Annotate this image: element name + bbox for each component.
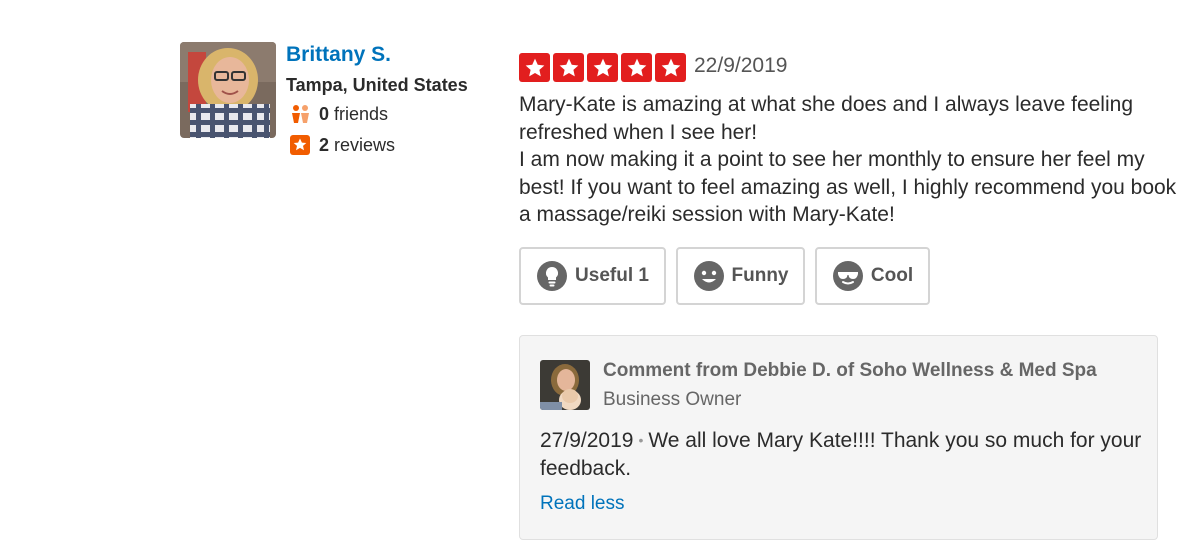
owner-role: Business Owner xyxy=(603,389,742,410)
review-star-icon xyxy=(289,134,311,156)
star-icon xyxy=(587,53,618,82)
star-icon xyxy=(621,53,652,82)
separator-dot: • xyxy=(638,432,644,448)
useful-button[interactable]: Useful 1 xyxy=(519,247,666,305)
reviewer-location: Tampa, United States xyxy=(286,75,468,95)
funny-label: Funny xyxy=(731,265,789,286)
owner-comment-title: Comment from Debbie D. of Soho Wellness … xyxy=(603,360,1097,381)
review-date: 22/9/2019 xyxy=(694,54,788,77)
review-text: Mary-Kate is amazing at what she does an… xyxy=(519,91,1179,229)
star-icon xyxy=(519,53,550,82)
cool-button[interactable]: Cool xyxy=(815,247,930,305)
owner-comment-date: 27/9/2019 xyxy=(540,429,634,452)
owner-comment: Comment from Debbie D. of Soho Wellness … xyxy=(519,335,1158,540)
useful-count: 1 xyxy=(638,265,649,286)
owner-comment-body: 27/9/2019 • We all love Mary Kate!!!! Than… xyxy=(540,426,1150,483)
reviews-label: reviews xyxy=(334,134,396,155)
lightbulb-icon xyxy=(536,260,568,292)
reviews-count: 2 reviews xyxy=(289,134,395,156)
sunglasses-icon xyxy=(832,260,864,292)
star-icon xyxy=(655,53,686,82)
reviewer-name[interactable]: Brittany S. xyxy=(286,43,391,67)
reviews-count-value: 2 xyxy=(319,134,330,155)
cool-label: Cool xyxy=(870,265,914,286)
friends-icon xyxy=(289,103,311,125)
funny-button[interactable]: Funny xyxy=(676,247,805,305)
friends-label: friends xyxy=(334,103,389,124)
star-icon xyxy=(553,53,584,82)
friends-count-value: 0 xyxy=(319,103,330,124)
smiley-icon xyxy=(693,260,725,292)
reviewer-avatar[interactable] xyxy=(180,42,276,138)
review-paragraph: Mary-Kate is amazing at what she does an… xyxy=(519,93,1133,144)
useful-label: Useful xyxy=(575,265,634,286)
read-less-link[interactable]: Read less xyxy=(540,493,625,515)
friends-count: 0 friends xyxy=(289,103,388,125)
review-paragraph: I am now making it a point to see her mo… xyxy=(519,148,1177,226)
star-rating xyxy=(519,53,686,82)
owner-avatar[interactable] xyxy=(540,360,590,410)
